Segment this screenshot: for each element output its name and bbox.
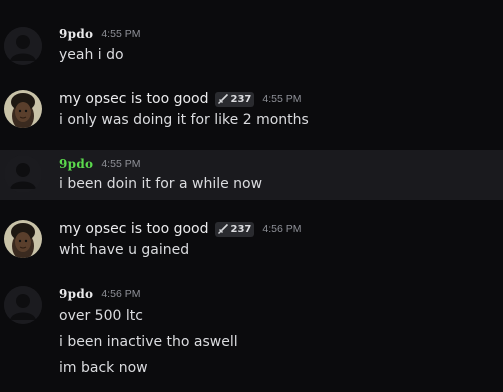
message-text: im back now [59,360,148,376]
avatar[interactable] [4,286,42,324]
message[interactable]: 9pdo 4:55 PM yeah i do [0,22,503,72]
message-header: 9pdo 4:56 PM [59,285,140,303]
message-text: i been doin it for a while now [59,176,263,192]
message[interactable]: my opsec is too good 237 4:55 PM i only … [0,88,503,138]
username[interactable]: 9pdo [59,287,93,301]
message[interactable]: 9pdo 4:55 PM i been doin it for a while … [0,150,503,200]
username[interactable]: 9pdo [59,27,93,41]
avatar[interactable] [4,155,42,193]
message-header: my opsec is too good 237 4:56 PM [59,220,301,238]
chat-log: 9pdo 4:55 PM yeah i do my opsec is too g… [0,0,503,392]
message-text: i only was doing it for like 2 months [59,112,309,128]
message-text: wht have u gained [59,242,190,258]
username[interactable]: 9pdo [59,157,93,171]
message-header: 9pdo 4:55 PM [59,155,140,173]
timestamp: 4:56 PM [101,288,141,300]
server-tag[interactable]: 237 [214,91,255,107]
message-header: 9pdo 4:55 PM [59,25,140,43]
server-tag-label: 237 [230,223,252,235]
message[interactable]: 9pdo 4:56 PM over 500 ltc i been inactiv… [0,284,503,384]
username[interactable]: my opsec is too good [59,221,209,237]
server-tag-label: 237 [230,93,252,105]
user-avatar-icon [4,90,42,128]
username[interactable]: my opsec is too good [59,91,209,107]
message-text: i been inactive tho aswell [59,334,238,350]
timestamp: 4:55 PM [262,93,302,105]
message-text: yeah i do [59,47,124,63]
sword-icon [217,93,228,104]
default-avatar-icon [4,27,42,65]
message[interactable]: my opsec is too good 237 4:56 PM wht hav… [0,218,503,268]
default-avatar-icon [4,286,42,324]
timestamp: 4:55 PM [101,28,141,40]
avatar[interactable] [4,90,42,128]
server-tag[interactable]: 237 [214,221,255,237]
user-avatar-icon [4,220,42,258]
default-avatar-icon [4,155,42,193]
timestamp: 4:56 PM [262,223,302,235]
avatar[interactable] [4,220,42,258]
message-text: over 500 ltc [59,308,143,324]
sword-icon [217,223,228,234]
timestamp: 4:55 PM [101,158,141,170]
avatar[interactable] [4,27,42,65]
message-header: my opsec is too good 237 4:55 PM [59,90,301,108]
